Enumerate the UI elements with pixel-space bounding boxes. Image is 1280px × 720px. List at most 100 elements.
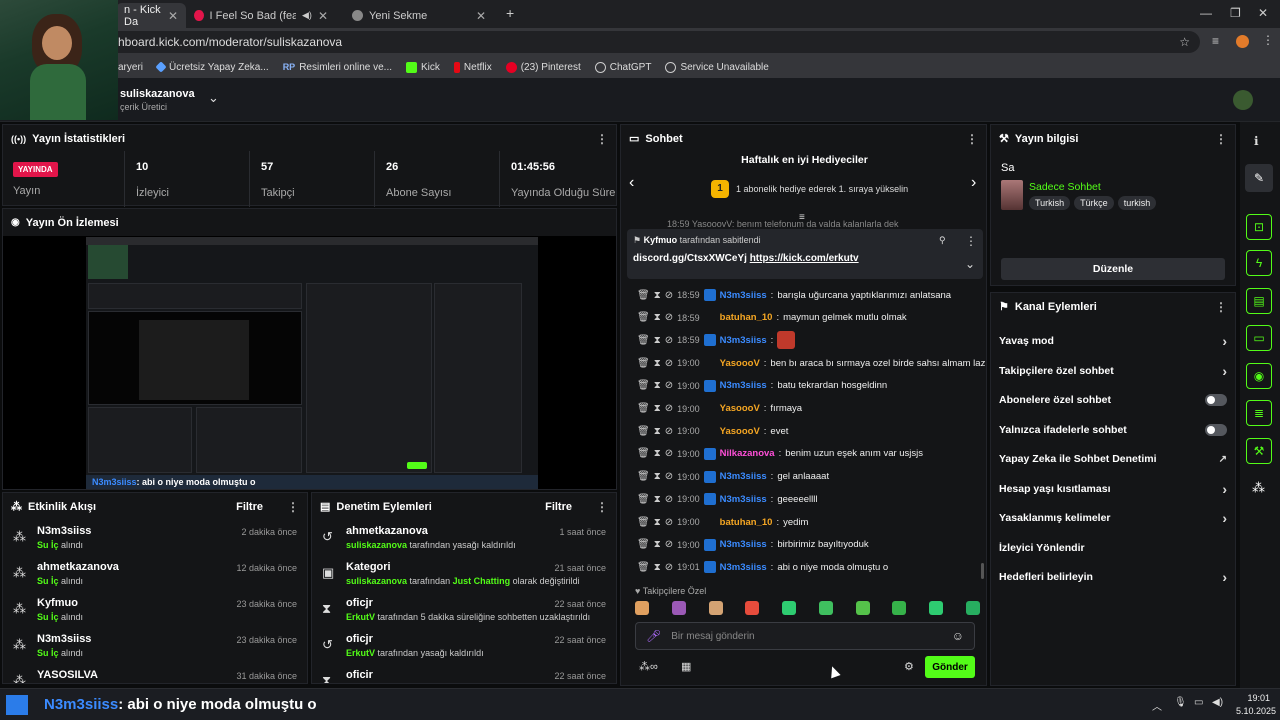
delete-icon[interactable]: 🗑︎ bbox=[637, 539, 650, 550]
moderation-item[interactable]: ⧗ oficjr ErkutV tarafından 5 dakika süreli… bbox=[312, 593, 616, 629]
chevron-right-icon[interactable]: › bbox=[1222, 569, 1227, 585]
chat-message[interactable]: 🗑︎ ⧗ ⊘ 19:00 YasoooV: fırmaya bbox=[637, 399, 802, 419]
bookmark-1[interactable]: Ücretsiz Yapay Zeka... bbox=[155, 61, 269, 73]
emote-icon[interactable] bbox=[855, 601, 870, 615]
filter-button[interactable]: Filtre bbox=[545, 501, 572, 513]
moderation-item[interactable]: ↺ ahmetkazanova suliskazanova tarafından y… bbox=[312, 521, 616, 557]
timeout-icon[interactable]: ⧗ bbox=[654, 517, 661, 528]
info-icon[interactable]: ℹ bbox=[1254, 134, 1259, 148]
emote-icon[interactable] bbox=[892, 601, 907, 615]
close-tab-icon[interactable]: ✕ bbox=[476, 9, 486, 23]
timeout-icon[interactable]: ⧗ bbox=[654, 539, 661, 550]
timeout-icon[interactable]: ⧗ bbox=[654, 562, 661, 573]
chat-bubble-icon[interactable]: ▭ bbox=[1246, 325, 1272, 351]
timeout-icon[interactable]: ⧗ bbox=[654, 448, 661, 459]
moderation-item[interactable]: ↺ oficjr ErkutV tarafından yasağı kaldırıl… bbox=[312, 629, 616, 665]
activity-item[interactable]: ⁂ Kyfmuo Su İç alındı 23 dakika önce bbox=[3, 593, 307, 629]
preview-video[interactable]: N3m3siiss: abi o niye moda olmuştu o bbox=[86, 237, 538, 489]
timeout-icon[interactable]: ⧗ bbox=[654, 471, 661, 482]
new-tab-button[interactable]: + bbox=[506, 5, 514, 21]
timeout-icon[interactable]: ⧗ bbox=[654, 358, 661, 369]
channel-action[interactable]: Yavaş mod › bbox=[999, 329, 1227, 353]
close-window-button[interactable]: ✕ bbox=[1258, 6, 1268, 20]
ban-icon[interactable]: ⊘ bbox=[665, 426, 673, 437]
url-input[interactable]: hboard.kick.com/moderator/suliskazanova … bbox=[106, 31, 1200, 53]
chevron-right-icon[interactable]: › bbox=[1222, 481, 1227, 497]
channel-action[interactable]: Takipçilere özel sohbet › bbox=[999, 359, 1227, 383]
emote-icon[interactable] bbox=[818, 601, 833, 615]
star-icon[interactable]: ☆ bbox=[1179, 35, 1190, 49]
delete-icon[interactable]: 🗑︎ bbox=[637, 517, 650, 528]
prev-arrow-icon[interactable]: ‹ bbox=[629, 174, 634, 192]
chat-scrollbar[interactable] bbox=[981, 563, 984, 579]
channel-action[interactable]: Hesap yaşı kısıtlaması › bbox=[999, 477, 1227, 501]
timeout-icon[interactable]: ⧗ bbox=[654, 290, 661, 301]
chat-message[interactable]: 🗑︎ ⧗ ⊘ 18:59 batuhan_10: maymun gelmek mutlu … bbox=[637, 308, 907, 328]
toggle-switch[interactable] bbox=[1205, 423, 1227, 436]
emote-icon[interactable] bbox=[782, 601, 797, 615]
message-user[interactable]: N3m3siiss bbox=[720, 290, 767, 301]
message-user[interactable]: N3m3siiss bbox=[720, 539, 767, 550]
ban-icon[interactable]: ⊘ bbox=[665, 335, 673, 346]
user-avatar[interactable] bbox=[1233, 90, 1253, 110]
chat-message[interactable]: 🗑︎ ⧗ ⊘ 19:00 Nilkazanova: benim uzun eşek anı… bbox=[637, 444, 923, 464]
clock[interactable]: 19:01 5.10.2025 bbox=[1236, 693, 1276, 716]
delete-icon[interactable]: 🗑︎ bbox=[637, 562, 650, 573]
pinned-link[interactable]: https://kick.com/erkutv bbox=[750, 253, 859, 264]
bookmark-netflix[interactable]: Netflix bbox=[453, 61, 492, 73]
tray-chevron-icon[interactable]: ︿ bbox=[1152, 698, 1162, 713]
timeout-icon[interactable]: ⧗ bbox=[654, 403, 661, 414]
delete-icon[interactable]: 🗑︎ bbox=[637, 312, 650, 323]
message-user[interactable]: YasoooV bbox=[720, 403, 760, 414]
start-icon[interactable] bbox=[6, 695, 28, 715]
activity-item[interactable]: ⁂ YASOSILVA 31 dakika önce bbox=[3, 665, 307, 683]
emote-icon[interactable] bbox=[635, 601, 649, 615]
ban-icon[interactable]: ⊘ bbox=[665, 312, 673, 323]
channel-action[interactable]: Hedefleri belirleyin › bbox=[999, 565, 1227, 589]
chat-message[interactable]: 🗑︎ ⧗ ⊘ 19:00 N3m3siiss: gel anlaaaat bbox=[637, 467, 829, 487]
close-tab-icon[interactable]: ✕ bbox=[168, 9, 178, 23]
timeout-icon[interactable]: ⧗ bbox=[654, 494, 661, 505]
external-link-icon[interactable]: ↗ bbox=[1219, 454, 1227, 465]
chat-message[interactable]: 🗑︎ ⧗ ⊘ 19:00 YasoooV: ben bı araca bı sırmaya… bbox=[637, 353, 986, 373]
message-user[interactable]: N3m3siiss bbox=[720, 471, 767, 482]
chevron-right-icon[interactable]: › bbox=[1222, 363, 1227, 379]
moderation-item[interactable]: ▣ Kategori suliskazanova tarafından Just C… bbox=[312, 557, 616, 593]
emote-icon[interactable] bbox=[965, 601, 980, 615]
delete-icon[interactable]: 🗑︎ bbox=[637, 380, 650, 391]
bookmark-0[interactable]: aryeri bbox=[118, 62, 143, 73]
message-user[interactable]: N3m3siiss bbox=[720, 494, 767, 505]
camera-icon[interactable]: ⊡ bbox=[1246, 214, 1272, 240]
delete-icon[interactable]: 🗑︎ bbox=[637, 403, 650, 414]
ban-icon[interactable]: ⊘ bbox=[665, 494, 673, 505]
bookmark-chatgpt[interactable]: ChatGPT bbox=[594, 61, 651, 73]
chat-message[interactable]: 🗑︎ ⧗ ⊘ 18:59 N3m3siiss: barışla uğurcana yapt… bbox=[637, 285, 951, 305]
message-user[interactable]: N3m3siiss bbox=[720, 562, 767, 573]
chevron-right-icon[interactable]: › bbox=[1222, 333, 1227, 349]
message-user[interactable]: N3m3siiss bbox=[720, 380, 767, 391]
emote-icon[interactable] bbox=[671, 601, 686, 615]
activity-item[interactable]: ⁂ N3m3siiss Su İç alındı 2 dakika önce bbox=[3, 521, 307, 557]
timeout-icon[interactable]: ⧗ bbox=[654, 426, 661, 437]
wrench-tool-icon[interactable]: ⚒ bbox=[1246, 438, 1272, 464]
ban-icon[interactable]: ⊘ bbox=[665, 403, 673, 414]
chat-message[interactable]: 🗑︎ ⧗ ⊘ 19:00 N3m3siiss: birbirimiz bayıltıyod… bbox=[637, 535, 869, 555]
moderation-item[interactable]: ⧗ oficir 22 saat önce bbox=[312, 665, 616, 683]
chat-message[interactable]: 🗑︎ ⧗ ⊘ 19:00 N3m3siiss: batu tekrardan hosgel… bbox=[637, 376, 887, 396]
chat-message[interactable]: 🗑︎ ⧗ ⊘ 18:59 N3m3siiss: bbox=[637, 330, 799, 350]
delete-icon[interactable]: 🗑︎ bbox=[637, 471, 650, 482]
more-icon[interactable]: ⋮ bbox=[1215, 300, 1227, 314]
bookmark-2[interactable]: RP Resimleri online ve... bbox=[283, 62, 392, 73]
lightning-icon[interactable]: ϟ bbox=[1246, 250, 1272, 276]
chat-message[interactable]: 🗑︎ ⧗ ⊘ 19:00 YasoooV: evet bbox=[637, 421, 788, 441]
category-name[interactable]: Sadece Sohbet bbox=[1029, 181, 1101, 193]
chat-message[interactable]: 🗑︎ ⧗ ⊘ 19:00 N3m3siiss: geeeeellll bbox=[637, 489, 817, 509]
ban-icon[interactable]: ⊘ bbox=[665, 562, 673, 573]
edit-layout-icon[interactable]: ✎ bbox=[1245, 164, 1273, 192]
activity-item[interactable]: ⁂ N3m3siiss Su İç alındı 23 dakika önce bbox=[3, 629, 307, 665]
channel-action[interactable]: İzleyici Yönlendir bbox=[999, 536, 1227, 560]
chevron-right-icon[interactable]: › bbox=[1222, 510, 1227, 526]
unpin-icon[interactable]: ⚲ bbox=[939, 235, 946, 246]
emoji-icon[interactable]: ☺ bbox=[952, 629, 964, 643]
next-arrow-icon[interactable]: › bbox=[971, 174, 976, 192]
